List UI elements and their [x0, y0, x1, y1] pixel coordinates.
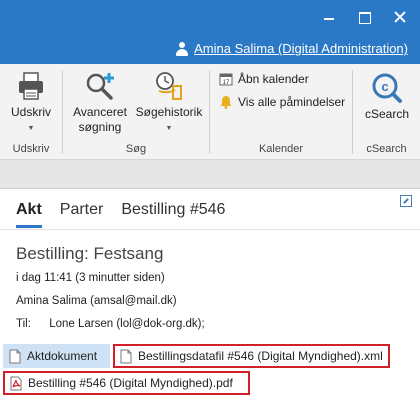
- group-label-search: Søg: [125, 143, 147, 155]
- popout-icon[interactable]: [400, 195, 412, 207]
- bell-icon: [220, 96, 232, 109]
- recipient[interactable]: Lone Larsen (lol@dok-org.dk);: [49, 318, 205, 330]
- close-button[interactable]: [388, 9, 412, 25]
- ribbon-group-csearch: c cSearch cSearch: [353, 64, 420, 160]
- attachment-xml[interactable]: Bestillingsdatafil #546 (Digital Myndigh…: [113, 344, 390, 368]
- search-history-label: Søgehistorik: [135, 105, 203, 119]
- print-button-label: Udskriv: [10, 105, 51, 119]
- attachment-name: Bestilling #546 (Digital Myndighed).pdf: [28, 376, 233, 390]
- open-calendar-label: Åbn kalender: [238, 72, 309, 86]
- tab-parter[interactable]: Parter: [60, 201, 104, 228]
- advanced-search-label-2: søgning: [78, 120, 122, 134]
- message-recipients: Til: Lone Larsen (lol@dok-org.dk);: [16, 318, 205, 330]
- chevron-down-icon: ▼: [27, 125, 35, 132]
- csearch-button[interactable]: c cSearch: [359, 72, 415, 122]
- to-label: Til:: [16, 318, 31, 330]
- toolbar-spacer: [0, 160, 420, 189]
- show-reminders-button[interactable]: Vis alle påmindelser: [219, 95, 345, 109]
- tab-divider: [0, 229, 420, 230]
- maximize-button[interactable]: [352, 9, 376, 25]
- group-label-print: Udskriv: [12, 143, 50, 155]
- csearch-button-label: cSearch: [364, 107, 410, 121]
- message-sender[interactable]: Amina Salima (amsal@mail.dk): [16, 295, 177, 307]
- attachment-name: Bestillingsdatafil #546 (Digital Myndigh…: [138, 349, 383, 363]
- title-bar: Amina Salima (Digital Administration): [0, 0, 420, 64]
- search-history-icon: [156, 72, 182, 100]
- group-label-csearch: cSearch: [366, 143, 407, 155]
- print-button[interactable]: Udskriv ▼: [6, 70, 56, 136]
- show-reminders-label: Vis alle påmindelser: [238, 95, 346, 109]
- message-time: i dag 11:41 (3 minutter siden): [16, 272, 165, 284]
- ribbon-group-search: Avanceret søgning Søgehistorik ▼ Søg: [63, 64, 209, 160]
- svg-text:c: c: [381, 79, 388, 94]
- calendar-icon: 17: [219, 73, 233, 86]
- user-link[interactable]: Amina Salima (Digital Administration): [176, 41, 408, 56]
- attachment-aktdokument[interactable]: Aktdokument: [3, 344, 110, 368]
- attachment-pdf[interactable]: Bestilling #546 (Digital Myndighed).pdf: [3, 371, 250, 395]
- tab-akt[interactable]: Akt: [16, 201, 42, 228]
- user-name[interactable]: Amina Salima (Digital Administration): [194, 41, 408, 56]
- group-label-calendar: Kalender: [258, 143, 304, 155]
- ribbon-group-calendar: 17 Åbn kalender Vis alle påmindelser Kal…: [210, 64, 352, 160]
- minimize-button[interactable]: [317, 9, 341, 25]
- tab-bestilling[interactable]: Bestilling #546: [121, 201, 225, 228]
- printer-icon: [19, 72, 43, 100]
- csearch-icon: c: [372, 73, 402, 103]
- document-icon: [9, 349, 21, 363]
- file-icon: [120, 349, 132, 363]
- ribbon-group-print: Udskriv ▼ Udskriv: [0, 64, 62, 160]
- attachment-name: Aktdokument: [27, 349, 98, 363]
- tab-bar: Akt Parter Bestilling #546: [16, 201, 243, 228]
- user-icon: [176, 41, 189, 56]
- chevron-down-icon: ▼: [165, 125, 173, 132]
- reading-pane: Akt Parter Bestilling #546 Bestilling: F…: [0, 189, 420, 403]
- search-add-icon: [86, 73, 114, 100]
- ribbon: Udskriv ▼ Udskriv Avanceret søgning Søge…: [0, 64, 420, 160]
- pdf-icon: [10, 376, 22, 390]
- message-subject: Bestilling: Festsang: [16, 244, 164, 263]
- advanced-search-label-1: Avanceret: [73, 105, 127, 119]
- svg-text:17: 17: [223, 80, 230, 86]
- search-history-button[interactable]: Søgehistorik ▼: [133, 70, 205, 136]
- open-calendar-button[interactable]: 17 Åbn kalender: [219, 72, 309, 86]
- advanced-search-button[interactable]: Avanceret søgning: [67, 70, 133, 135]
